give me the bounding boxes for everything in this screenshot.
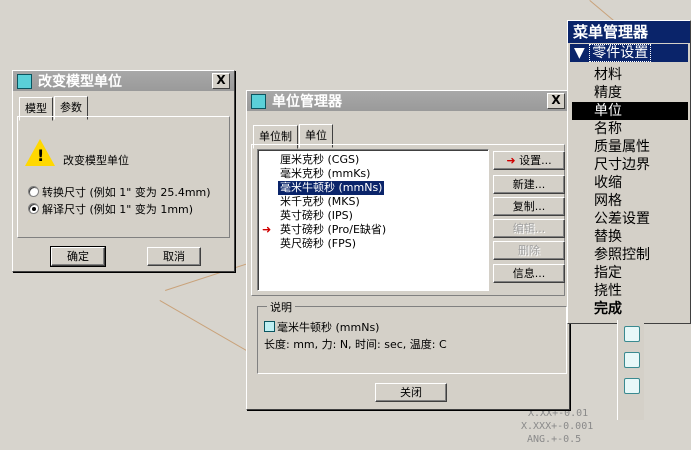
feature-icon[interactable] [624, 378, 640, 394]
arrow-right-icon: ➜ [506, 154, 516, 167]
close-button[interactable]: X [547, 93, 565, 109]
radio-convert-label: 转换尺寸 (例如 1" 变为 25.4mm) [42, 186, 211, 199]
set-button-label: 设置... [519, 154, 552, 167]
close-dialog-button[interactable]: 关闭 [375, 383, 447, 402]
window-icon [251, 93, 266, 109]
right-toolbar [617, 320, 644, 420]
dimension-text: X.XXX+-0.001 [521, 421, 594, 432]
ok-button[interactable]: 确定 [50, 246, 106, 267]
radio-interpret[interactable] [28, 203, 39, 214]
unit-system-item[interactable]: 英尺磅秒 (FPS) [278, 237, 358, 251]
copy-button[interactable]: 复制... [493, 197, 565, 216]
menu-section-header[interactable]: ▼ 零件设置 [570, 44, 688, 62]
change-unit-panel [17, 116, 230, 238]
unit-system-item[interactable]: 厘米克秒 (CGS) [278, 153, 361, 167]
menu-item[interactable]: 替换 [594, 228, 622, 246]
unit-manager-title: 单位管理器 [272, 94, 342, 110]
feature-icon[interactable] [624, 326, 640, 342]
menu-item[interactable]: 材料 [594, 66, 622, 84]
menu-item[interactable]: 指定 [594, 264, 622, 282]
set-button[interactable]: ➜ 设置... [493, 151, 565, 170]
triangle-down-icon: ▼ [574, 45, 585, 61]
description-detail: 长度: mm, 力: N, 时间: sec, 温度: C [264, 338, 447, 351]
description-name: 毫米牛顿秒 (mmNs) [264, 319, 379, 335]
sketch-line [159, 300, 256, 356]
radio-convert[interactable] [28, 186, 39, 197]
menu-section-label: 零件设置 [589, 44, 652, 62]
cancel-button[interactable]: 取消 [147, 247, 201, 266]
unit-system-item[interactable]: 毫米克秒 (mmKs) [278, 167, 372, 181]
description-name-text: 毫米牛顿秒 (mmNs) [277, 321, 380, 334]
change-unit-dialog: 改变模型单位 X 模型 参数 ! 改变模型单位 转换尺寸 (例如 1" 变为 2… [12, 70, 235, 272]
window-icon [17, 73, 32, 89]
warning-mark: ! [37, 146, 45, 165]
new-button[interactable]: 新建... [493, 175, 565, 194]
unit-system-item[interactable]: 英寸磅秒 (Pro/E缺省) [278, 223, 388, 237]
radio-interpret-label: 解译尺寸 (例如 1" 变为 1mm) [42, 203, 194, 216]
menu-item[interactable]: 质量属性 [594, 138, 650, 156]
menu-item[interactable]: 挠性 [594, 282, 622, 300]
menu-item[interactable]: 收缩 [594, 174, 622, 192]
menu-item[interactable]: 单位 [572, 102, 688, 120]
change-unit-message: 改变模型单位 [63, 154, 129, 167]
unit-manager-titlebar[interactable]: 单位管理器 X [247, 91, 569, 111]
menu-item[interactable]: 完成 [594, 300, 622, 318]
unit-system-item[interactable]: 米千克秒 (MKS) [278, 195, 362, 209]
default-marker-icon: ➜ [262, 223, 272, 236]
unit-manager-dialog: 单位管理器 X 单位制 单位 厘米克秒 (CGS) 毫米克秒 (mmKs) 毫米牛顿… [246, 90, 570, 410]
menu-item[interactable]: 参照控制 [594, 246, 650, 264]
menu-item[interactable]: 精度 [594, 84, 622, 102]
change-unit-titlebar[interactable]: 改变模型单位 X [13, 71, 234, 91]
unit-system-list[interactable]: 厘米克秒 (CGS) 毫米克秒 (mmKs) 毫米牛顿秒 (mmNs) 米千克秒 (M… [257, 149, 489, 291]
dimension-text: ANG.+-0.5 [527, 434, 582, 445]
menu-manager-title: 菜单管理器 [568, 21, 690, 43]
feature-icon[interactable] [624, 352, 640, 368]
delete-button[interactable]: 删除 [493, 241, 565, 260]
menu-item[interactable]: 网格 [594, 192, 622, 210]
menu-manager: 菜单管理器 ▼ 零件设置 材料 精度 单位 名称 质量属性 尺寸边界 收缩 网格 公差设置 替换参… [567, 20, 691, 324]
change-unit-title: 改变模型单位 [38, 74, 122, 90]
menu-item[interactable]: 尺寸边界 [594, 156, 650, 174]
close-button[interactable]: X [212, 73, 230, 89]
description-label: 说明 [267, 299, 295, 315]
menu-item[interactable]: 名称 [594, 120, 622, 138]
info-button[interactable]: 信息... [493, 264, 565, 283]
unit-system-item[interactable]: 英寸磅秒 (IPS) [278, 209, 355, 223]
unit-system-icon [264, 321, 275, 332]
unit-system-item[interactable]: 毫米牛顿秒 (mmNs) [278, 181, 385, 195]
edit-button[interactable]: 编辑... [493, 219, 565, 238]
menu-item[interactable]: 公差设置 [594, 210, 650, 228]
